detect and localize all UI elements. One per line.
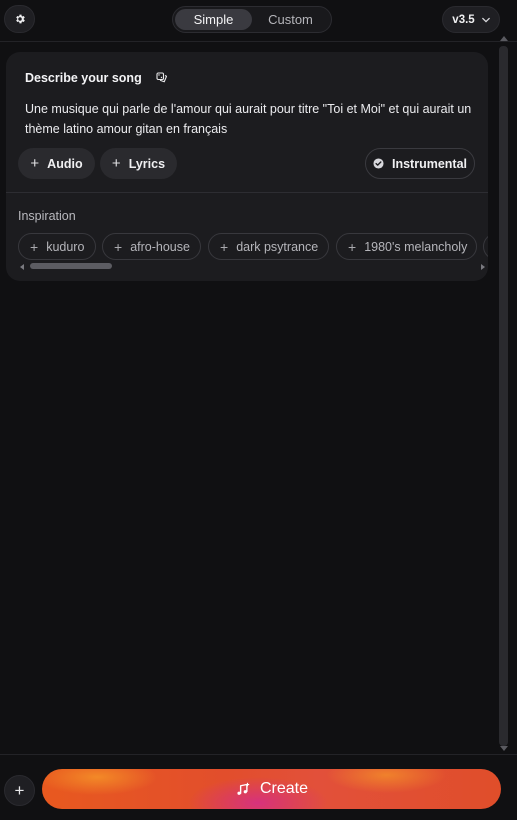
card-divider: [6, 192, 488, 193]
inspiration-chip[interactable]: + kuduro: [18, 233, 96, 260]
chip-label: kuduro: [46, 239, 85, 254]
scroll-left-arrow[interactable]: [20, 264, 24, 270]
vertical-scrollbar[interactable]: [498, 36, 510, 754]
inspiration-chip-partial[interactable]: [483, 233, 488, 260]
add-audio-button[interactable]: + Audio: [18, 148, 95, 179]
lyrics-label: Lyrics: [128, 156, 166, 171]
inspiration-label: Inspiration: [18, 209, 76, 223]
inspiration-chip-list: + kuduro + afro-house + dark psytrance +…: [18, 233, 488, 261]
add-button[interactable]: +: [4, 775, 35, 806]
plus-icon: +: [111, 155, 121, 172]
scroll-down-arrow[interactable]: [500, 746, 508, 751]
bottom-bar: + Create: [0, 754, 517, 820]
create-label: Create: [259, 780, 309, 797]
song-description-card: Describe your song Une musique qui parle…: [6, 52, 488, 281]
instrumental-toggle[interactable]: Instrumental: [365, 148, 475, 179]
chevron-down-icon: [481, 17, 490, 23]
plus-icon: +: [348, 238, 357, 255]
version-dropdown[interactable]: v3.5: [442, 6, 500, 33]
inspiration-chip[interactable]: + 1980's melancholy: [336, 233, 477, 260]
inspiration-chip[interactable]: + afro-house: [102, 233, 201, 260]
plus-icon: +: [30, 238, 39, 255]
version-label: v3.5: [452, 13, 475, 26]
audio-label: Audio: [47, 156, 83, 171]
chip-label: dark psytrance: [236, 239, 319, 254]
horizontal-scrollbar-thumb[interactable]: [30, 263, 112, 269]
add-lyrics-button[interactable]: + Lyrics: [100, 148, 177, 179]
create-button[interactable]: Create: [42, 769, 501, 809]
song-prompt-input[interactable]: Une musique qui parle de l'amour qui aur…: [25, 99, 475, 139]
scrollbar-thumb[interactable]: [499, 46, 508, 746]
top-bar: Simple Custom v3.5: [0, 0, 517, 42]
app-root: Simple Custom v3.5 Describe your song Un…: [0, 0, 517, 820]
chip-label: 1980's melancholy: [364, 239, 468, 254]
plus-icon: +: [114, 238, 123, 255]
instrumental-label: Instrumental: [391, 156, 467, 171]
plus-icon: +: [220, 238, 229, 255]
settings-button[interactable]: [4, 5, 35, 33]
chip-label: afro-house: [130, 239, 190, 254]
plus-icon: +: [30, 155, 40, 172]
music-note-icon: [237, 782, 250, 795]
card-header: Describe your song: [25, 71, 168, 85]
dice-icon[interactable]: [156, 72, 168, 84]
mode-switch: Simple Custom: [172, 6, 332, 33]
inspiration-chip[interactable]: + dark psytrance: [208, 233, 329, 260]
plus-icon: +: [14, 780, 25, 800]
gear-icon: [15, 14, 25, 24]
scroll-right-arrow[interactable]: [481, 264, 485, 270]
horizontal-scrollbar[interactable]: [18, 263, 488, 271]
check-circle-icon: [373, 158, 384, 169]
tab-simple[interactable]: Simple: [175, 9, 252, 30]
tab-custom[interactable]: Custom: [252, 9, 329, 30]
card-title: Describe your song: [25, 71, 142, 85]
scroll-up-arrow[interactable]: [500, 36, 508, 41]
